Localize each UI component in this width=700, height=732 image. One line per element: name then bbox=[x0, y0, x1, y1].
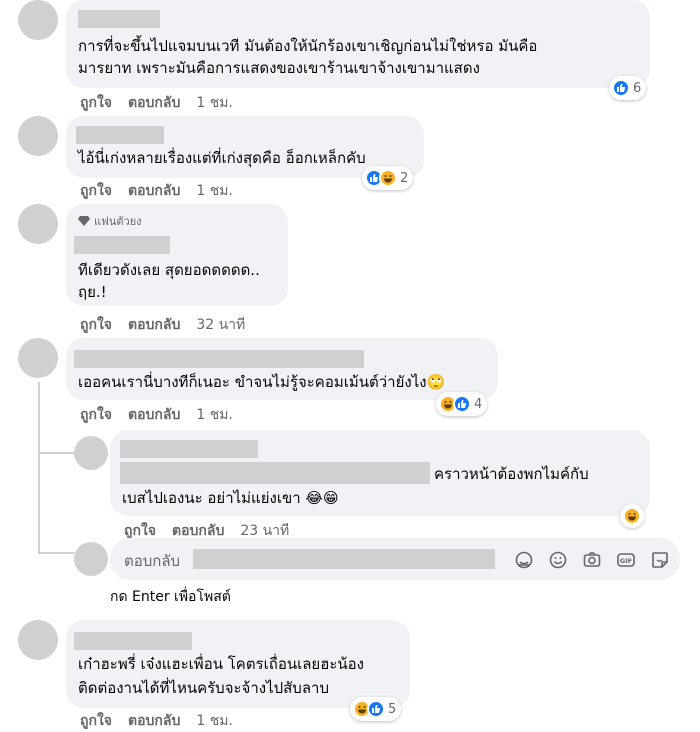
reaction-summary[interactable]: 5 bbox=[350, 697, 402, 721]
reply-bubble: คราวหน้าต้องพกไมค์กับ เบสไปเองนะ อย่าไม่… bbox=[110, 430, 650, 516]
like-button[interactable]: ถูกใจ bbox=[80, 92, 112, 114]
comment-text: ไอ้นี่เก่งหลายเรื่องแต่ที่เก่งสุดคือ อ็อ… bbox=[78, 149, 366, 167]
like-button[interactable]: ถูกใจ bbox=[80, 404, 112, 426]
avatar[interactable] bbox=[18, 204, 58, 244]
comment-text: การที่จะขึ้นไปแจมบนเวที มันต้องให้นักร้อ… bbox=[78, 37, 538, 55]
reaction-summary[interactable]: 6 bbox=[609, 76, 647, 100]
redacted-author-name[interactable] bbox=[74, 236, 170, 254]
reaction-count: 4 bbox=[474, 396, 483, 412]
like-button[interactable]: ถูกใจ bbox=[80, 710, 112, 732]
redacted-author-name[interactable] bbox=[120, 440, 258, 458]
timestamp[interactable]: 1 ชม. bbox=[196, 710, 233, 732]
haha-reaction-icon bbox=[623, 507, 641, 525]
redacted-author-name[interactable] bbox=[74, 350, 364, 368]
avatar[interactable] bbox=[18, 338, 58, 378]
redacted-mention[interactable] bbox=[120, 462, 430, 484]
current-user-avatar bbox=[74, 542, 108, 576]
thread-line bbox=[38, 382, 40, 554]
reaction-summary[interactable]: 4 bbox=[436, 392, 488, 416]
comment-text: ฤย.! bbox=[78, 283, 107, 301]
like-button[interactable]: ถูกใจ bbox=[80, 180, 112, 202]
comment-bubble: เออคนเรานี่บางทีก็เนอะ ขำจนไม่รู้จะคอมเม… bbox=[66, 338, 498, 400]
comment-text: ติดต่องานได้ที่ไหนครับจะจ้างไปสับลาบ bbox=[78, 679, 329, 697]
avatar[interactable] bbox=[18, 116, 58, 156]
reaction-count: 6 bbox=[633, 80, 642, 96]
sticker-icon[interactable] bbox=[650, 550, 670, 570]
reply-placeholder: ตอบกลับ bbox=[124, 552, 181, 570]
redacted-author-name[interactable] bbox=[74, 632, 192, 650]
like-reaction-icon bbox=[612, 79, 630, 97]
reply-button[interactable]: ตอบกลับ bbox=[128, 314, 180, 336]
reply-button[interactable]: ตอบกลับ bbox=[128, 180, 180, 202]
redacted-author-name[interactable] bbox=[78, 10, 160, 28]
svg-text:GIF: GIF bbox=[620, 557, 632, 565]
reaction-summary[interactable]: 2 bbox=[362, 166, 414, 190]
comment-text: มารยาท เพราะมันคือการแสดงของเขาร้านเขาจ้… bbox=[78, 59, 480, 77]
comment-bubble: การที่จะขึ้นไปแจมบนเวที มันต้องให้นักร้อ… bbox=[66, 0, 650, 88]
haha-reaction-icon bbox=[379, 169, 397, 187]
timestamp[interactable]: 1 ชม. bbox=[196, 404, 233, 426]
thread-branch bbox=[38, 552, 74, 554]
enter-to-post-hint: กด Enter เพื่อโพสต์ bbox=[110, 589, 231, 605]
comment-actions: ถูกใจ ตอบกลับ 32 นาที bbox=[80, 314, 245, 336]
comment-text: ทีเดียวดังเลย สุดยอดดดดด.. bbox=[78, 261, 260, 279]
timestamp[interactable]: 1 ชม. bbox=[196, 180, 233, 202]
gif-icon[interactable]: GIF bbox=[616, 550, 636, 570]
thread-branch bbox=[38, 452, 74, 454]
diamond-icon bbox=[78, 216, 90, 226]
badge-label: แฟนตัวยง bbox=[94, 215, 142, 228]
comment-text: เบสไปเองนะ อย่าไม่แย่งเขา 😂😁 bbox=[122, 489, 339, 507]
avatar[interactable] bbox=[74, 436, 108, 470]
comment-text: คราวหน้าต้องพกไมค์กับ bbox=[434, 465, 589, 483]
comment-bubble: แฟนตัวยง ทีเดียวดังเลย สุดยอดดดดด.. ฤย.! bbox=[66, 204, 288, 306]
reply-input[interactable]: ตอบกลับ GIF bbox=[110, 538, 680, 580]
reaction-count: 5 bbox=[388, 701, 397, 717]
reply-button[interactable]: ตอบกลับ bbox=[128, 710, 180, 732]
emoji-icon[interactable] bbox=[548, 550, 568, 570]
comment-bubble: เก๋าฮะพรี่ เจ๋งแฮะเพื่อน โคตรเถื่อนเลยฮะ… bbox=[66, 620, 410, 708]
timestamp[interactable]: 1 ชม. bbox=[196, 92, 233, 114]
like-button[interactable]: ถูกใจ bbox=[80, 314, 112, 336]
like-reaction-icon bbox=[453, 395, 471, 413]
comment-actions: ถูกใจ ตอบกลับ 1 ชม. bbox=[80, 710, 233, 732]
avatar[interactable] bbox=[18, 620, 58, 660]
comment-text: เออคนเรานี่บางทีก็เนอะ ขำจนไม่รู้จะคอมเม… bbox=[78, 373, 446, 391]
comment-text: เก๋าฮะพรี่ เจ๋งแฮะเพื่อน โคตรเถื่อนเลยฮะ… bbox=[78, 655, 364, 673]
comment-actions: ถูกใจ ตอบกลับ 1 ชม. bbox=[80, 92, 233, 114]
reply-button[interactable]: ตอบกลับ bbox=[128, 404, 180, 426]
timestamp[interactable]: 32 นาที bbox=[196, 314, 245, 336]
avatar[interactable] bbox=[18, 0, 58, 40]
reaction-count: 2 bbox=[400, 170, 409, 186]
comment-actions: ถูกใจ ตอบกลับ 1 ชม. bbox=[80, 180, 233, 202]
top-fan-badge: แฟนตัวยง bbox=[78, 212, 142, 230]
avatar-sticker-icon[interactable] bbox=[514, 550, 534, 570]
camera-icon[interactable] bbox=[582, 550, 602, 570]
redacted-mention bbox=[193, 549, 495, 569]
comment-actions: ถูกใจ ตอบกลับ 1 ชม. bbox=[80, 404, 233, 426]
redacted-author-name[interactable] bbox=[76, 126, 164, 144]
reaction-summary[interactable] bbox=[620, 504, 644, 528]
like-reaction-icon bbox=[367, 700, 385, 718]
reply-button[interactable]: ตอบกลับ bbox=[128, 92, 180, 114]
